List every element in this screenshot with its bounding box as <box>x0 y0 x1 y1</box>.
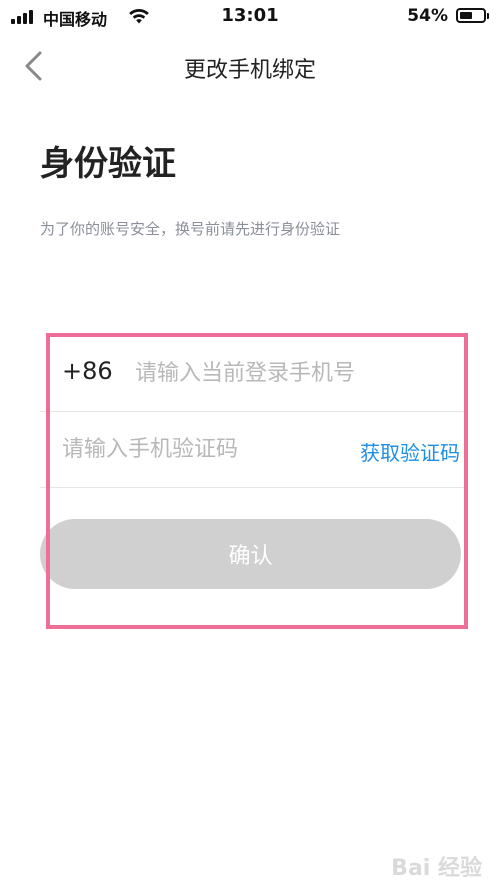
page-title: 身份验证 <box>40 144 176 184</box>
battery-icon <box>456 8 489 23</box>
phone-row: +86 <box>40 335 468 412</box>
nav-bar: 更改手机绑定 <box>0 38 500 94</box>
nav-title: 更改手机绑定 <box>183 58 316 83</box>
battery-percent: 54% <box>407 6 448 26</box>
watermark-logo: Bai 经验 <box>391 856 482 881</box>
country-code[interactable]: +86 <box>62 357 113 385</box>
code-row: 获取验证码 <box>40 411 468 488</box>
confirm-button[interactable]: 确认 <box>40 519 461 589</box>
status-bar: 中国移动 13:01 54% <box>0 0 500 34</box>
page-subtitle: 为了你的账号安全，换号前请先进行身份验证 <box>40 220 341 238</box>
get-code-button[interactable]: 获取验证码 <box>360 437 460 466</box>
verification-code-input[interactable] <box>62 429 322 469</box>
phone-input[interactable] <box>135 353 455 393</box>
battery-fill <box>460 12 472 19</box>
